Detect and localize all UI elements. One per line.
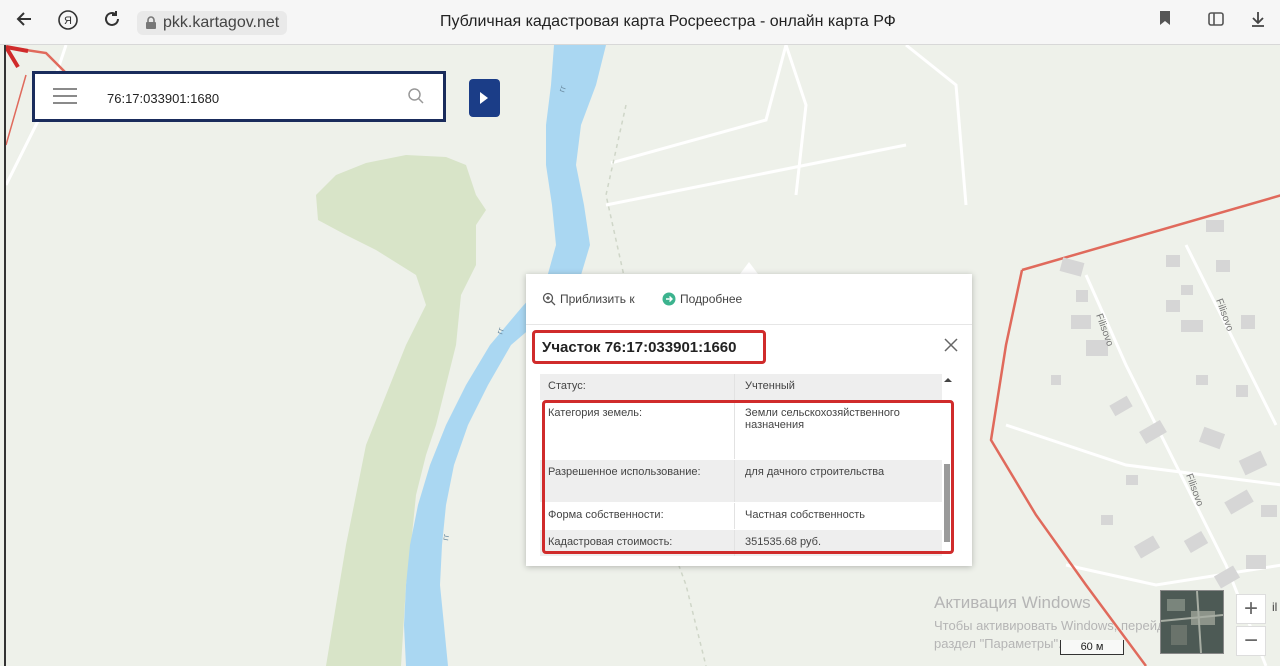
satellite-layer-toggle[interactable] <box>1160 590 1224 654</box>
bookmark-icon[interactable] <box>1153 10 1177 34</box>
table-row: Статус: Учтенный <box>540 374 942 401</box>
close-icon[interactable] <box>944 338 958 352</box>
menu-icon[interactable] <box>53 88 77 106</box>
scale-bar: 60 м <box>1060 640 1124 655</box>
row-value: Частная собственность <box>734 503 942 529</box>
address-bar[interactable]: pkk.kartagov.net <box>137 11 288 35</box>
more-details-button[interactable]: Подробнее <box>662 292 742 306</box>
play-arrow-icon <box>480 92 488 104</box>
red-arrow-icon <box>6 45 29 69</box>
row-value: Земли сельскохозяйственного назначения <box>734 401 942 459</box>
extensions-icon[interactable] <box>1204 10 1228 34</box>
attributes-table: Статус: Учтенный Категория земель: Земли… <box>540 374 942 557</box>
zoom-to-button[interactable]: Приблизить к <box>542 292 635 306</box>
table-row: Категория земель: Земли сельскохозяйстве… <box>540 401 942 460</box>
row-key: Разрешенное использование: <box>548 466 701 478</box>
zoom-in-magnifier-icon <box>542 292 556 306</box>
zoom-to-label: Приблизить к <box>560 292 635 306</box>
search-icon[interactable] <box>407 87 425 105</box>
scroll-up-icon[interactable] <box>942 375 954 385</box>
satellite-thumbnail-icon <box>1161 591 1223 653</box>
table-row: Кадастровая стоимость: 351535.68 руб. <box>540 530 942 557</box>
watermark-line: Чтобы активировать Windows, перейдите в <box>934 618 1196 633</box>
parcel-title: Участок 76:17:033901:1660 <box>542 339 737 356</box>
zoom-in-button[interactable]: + <box>1236 594 1266 624</box>
browser-toolbar: Я pkk.kartagov.net Публичная кадастровая… <box>0 0 1280 45</box>
yandex-icon[interactable]: Я <box>55 9 81 35</box>
reload-icon[interactable] <box>99 9 125 35</box>
row-value: для дачного строительства <box>734 460 942 502</box>
row-key: Категория земель: <box>548 407 643 419</box>
zoom-out-button[interactable]: − <box>1236 626 1266 656</box>
row-value: 351535.68 руб. <box>734 530 942 556</box>
parcel-popup: Приблизить к Подробнее Участок 76:17:033… <box>526 274 972 566</box>
search-input[interactable]: 76:17:033901:1680 <box>107 91 219 106</box>
row-key: Статус: <box>548 380 586 392</box>
search-box[interactable]: 76:17:033901:1680 <box>32 71 446 122</box>
lock-icon <box>146 16 156 29</box>
page-title: Публичная кадастровая карта Росреестра -… <box>440 13 896 30</box>
back-arrow-icon[interactable] <box>12 9 38 35</box>
url-text: pkk.kartagov.net <box>163 14 280 31</box>
scroll-thumb[interactable] <box>944 464 950 542</box>
watermark-line: Активация Windows <box>934 593 1091 612</box>
parcel-boundary <box>1021 194 1280 272</box>
street-label: Filisovo <box>1213 297 1235 333</box>
popup-toolbar: Приблизить к Подробнее <box>526 274 972 325</box>
row-value: Учтенный <box>734 374 942 400</box>
table-row: Форма собственности: Частная собственнос… <box>540 503 942 530</box>
row-key: Кадастровая стоимость: <box>548 536 673 548</box>
download-icon[interactable] <box>1246 10 1270 34</box>
street-label: Filisovo <box>1183 472 1205 508</box>
search-submit-button[interactable] <box>469 79 500 117</box>
river-label: гг <box>440 532 451 541</box>
arrow-circle-icon <box>662 292 676 306</box>
popup-pointer <box>740 262 758 274</box>
more-details-label: Подробнее <box>680 292 743 306</box>
table-row: Разрешенное использование: для дачного с… <box>540 460 942 503</box>
edge-label: il <box>1272 600 1277 614</box>
popup-title-highlight: Участок 76:17:033901:1660 <box>532 330 766 364</box>
row-key: Форма собственности: <box>548 509 664 521</box>
yandex-label: Я <box>64 15 72 27</box>
